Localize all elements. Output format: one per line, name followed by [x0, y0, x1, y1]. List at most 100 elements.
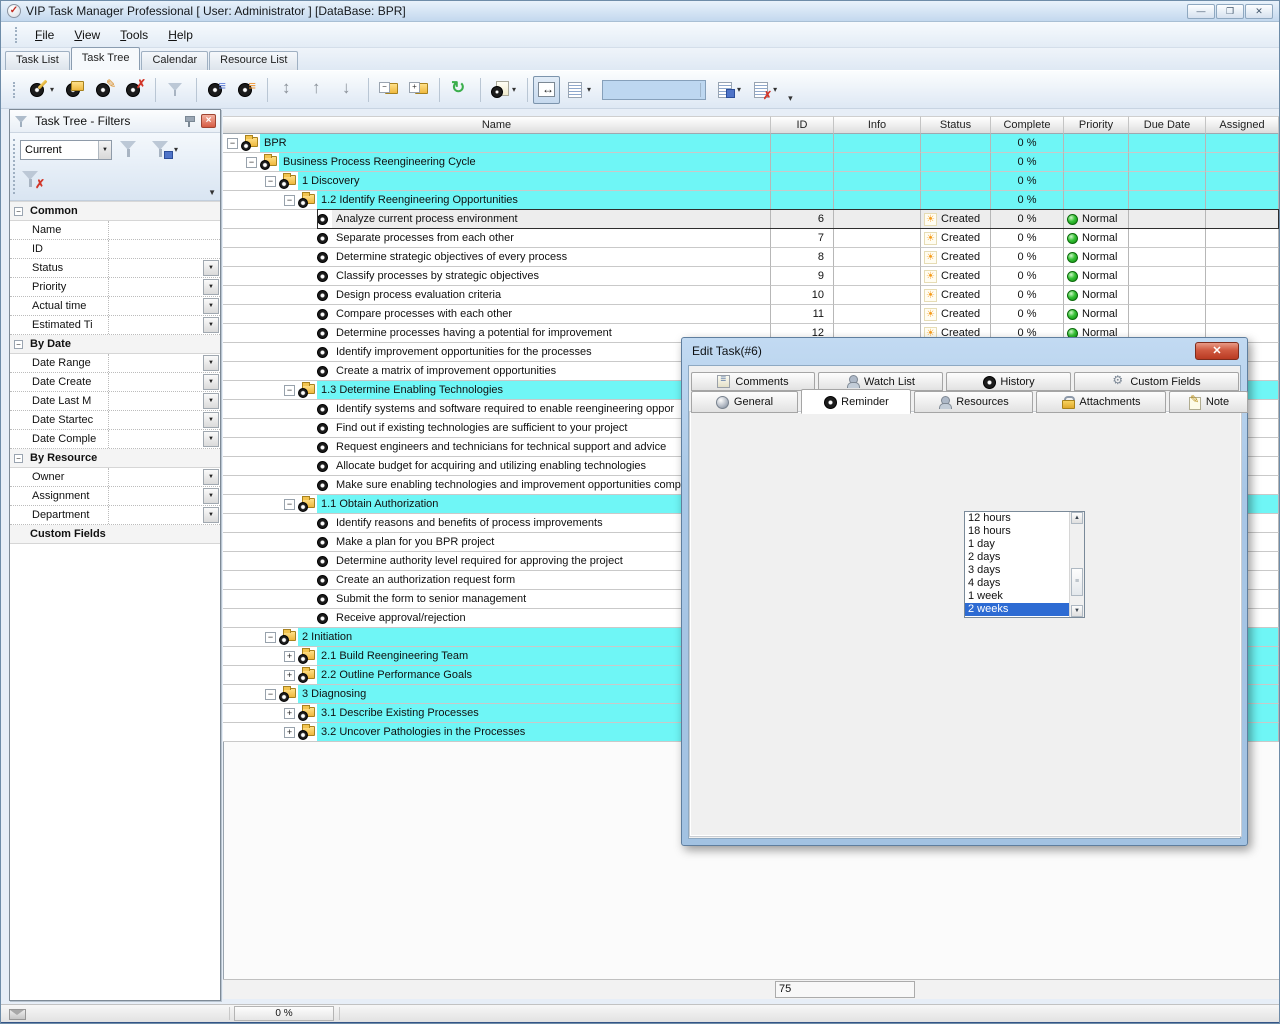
filter-field-value[interactable] [108, 240, 220, 258]
filter-field-value[interactable] [108, 221, 220, 239]
chevron-down-icon[interactable]: ▾ [587, 85, 591, 94]
chevron-down-icon[interactable]: ▼ [98, 141, 111, 159]
filter-field-value[interactable]: ▼ [108, 316, 220, 334]
filter-field-value[interactable]: ▼ [108, 259, 220, 277]
scrollbar-thumb[interactable]: ≡ [1071, 568, 1083, 596]
task-priority-button[interactable] [232, 76, 261, 104]
filter-field-value[interactable]: ▼ [108, 411, 220, 429]
filter-field-value[interactable]: ▼ [108, 354, 220, 372]
delete-layout-button[interactable]: ▾ [747, 76, 782, 104]
chevron-down-icon[interactable]: ▼ [203, 374, 219, 390]
filter-preset-combobox[interactable]: Current ▼ [20, 140, 112, 160]
fit-columns-button[interactable] [533, 76, 560, 104]
apply-filter-button[interactable] [118, 139, 140, 159]
column-header-assigned[interactable]: Assigned [1206, 116, 1279, 134]
column-header-id[interactable]: ID [771, 116, 834, 134]
chevron-down-icon[interactable]: ▼ [203, 488, 219, 504]
title-bar[interactable]: ✓ VIP Task Manager Professional [ User: … [1, 1, 1279, 22]
pin-icon[interactable] [184, 115, 195, 128]
chevron-down-icon[interactable]: ▾ [50, 85, 54, 94]
tab-resource-list[interactable]: Resource List [209, 51, 298, 70]
save-filter-button[interactable]: ▾ [150, 139, 178, 159]
restore-button[interactable]: ❐ [1216, 4, 1244, 19]
filter-section-custom-fields[interactable]: Custom Fields [10, 525, 220, 544]
filter-field-value[interactable]: ▼ [108, 506, 220, 524]
filter-field-value[interactable]: ▼ [108, 278, 220, 296]
dialog-tab-history[interactable]: History [946, 372, 1071, 391]
task-row[interactable]: Classify processes by strategic objectiv… [223, 267, 1279, 286]
tab-task-list[interactable]: Task List [5, 51, 70, 70]
collapse-icon[interactable]: − [246, 157, 257, 168]
toolbar-options-button[interactable]: ▾ [783, 93, 798, 104]
filter-section-by-date[interactable]: −By Date [10, 335, 220, 354]
customize-columns-button[interactable]: ▾ [561, 76, 596, 104]
menu-help[interactable]: Help [159, 25, 202, 45]
filter-field-value[interactable]: ▼ [108, 392, 220, 410]
dialog-tab-comments[interactable]: Comments [691, 372, 815, 391]
expand-all-button[interactable] [404, 76, 433, 104]
dropdown-option-4-days[interactable]: 4 days [965, 577, 1084, 590]
clear-filter-button[interactable]: ✗ [20, 169, 42, 189]
column-header-info[interactable]: Info [834, 116, 921, 134]
chevron-down-icon[interactable]: ▼ [203, 431, 219, 447]
task-row[interactable]: Determine strategic objectives of every … [223, 248, 1279, 267]
collapse-icon[interactable]: − [284, 385, 295, 396]
dropdown-option-18-hours[interactable]: 18 hours [965, 525, 1084, 538]
dropdown-option-2-days[interactable]: 2 days [965, 551, 1084, 564]
filter-toolbar-more-button[interactable]: ▼ [208, 188, 216, 197]
dialog-close-button[interactable]: ✕ [1195, 342, 1239, 360]
collapse-icon[interactable]: − [14, 340, 23, 349]
filter-field-value[interactable]: ▼ [108, 468, 220, 486]
add-subtask-button[interactable] [60, 76, 89, 104]
task-row[interactable]: Separate processes from each other7☀Crea… [223, 229, 1279, 248]
expand-icon[interactable]: + [284, 727, 295, 738]
task-row[interactable]: Design process evaluation criteria10☀Cre… [223, 286, 1279, 305]
filter-field-value[interactable]: ▼ [108, 487, 220, 505]
scroll-down-icon[interactable]: ▼ [1071, 605, 1083, 617]
move-down-button[interactable] [333, 76, 362, 104]
collapse-icon[interactable]: − [265, 689, 276, 700]
chevron-down-icon[interactable]: ▾ [737, 85, 741, 94]
layout-combobox[interactable] [602, 80, 706, 100]
task-row[interactable]: −BPR0 % [223, 134, 1279, 153]
task-row[interactable]: −1.2 Identify Reengineering Opportunitie… [223, 191, 1279, 210]
filter-panel-close-button[interactable]: × [201, 114, 216, 128]
delete-task-button[interactable] [120, 76, 149, 104]
dropdown-option-1-day[interactable]: 1 day [965, 538, 1084, 551]
chevron-down-icon[interactable]: ▼ [203, 393, 219, 409]
column-header-priority[interactable]: Priority [1064, 116, 1129, 134]
dropdown-option-3-days[interactable]: 3 days [965, 564, 1084, 577]
assign-resource-button[interactable] [202, 76, 231, 104]
column-header-status[interactable]: Status [921, 116, 991, 134]
minimize-button[interactable]: — [1187, 4, 1215, 19]
chevron-down-icon[interactable]: ▼ [203, 317, 219, 333]
expand-icon[interactable]: + [284, 651, 295, 662]
move-task-button[interactable] [273, 76, 302, 104]
task-row[interactable]: −1 Discovery0 % [223, 172, 1279, 191]
close-button[interactable]: ✕ [1245, 4, 1273, 19]
tab-calendar[interactable]: Calendar [141, 51, 208, 70]
dialog-tab-note[interactable]: Note [1169, 391, 1248, 413]
collapse-icon[interactable]: − [284, 195, 295, 206]
filter-section-by-resource[interactable]: −By Resource [10, 449, 220, 468]
filter-field-value[interactable]: ▼ [108, 373, 220, 391]
column-header-complete[interactable]: Complete [991, 116, 1064, 134]
add-task-button[interactable]: ▾ [24, 76, 59, 104]
expand-icon[interactable]: + [284, 708, 295, 719]
scroll-up-icon[interactable]: ▲ [1071, 512, 1083, 524]
chevron-down-icon[interactable]: ▼ [203, 279, 219, 295]
chevron-down-icon[interactable]: ▼ [203, 260, 219, 276]
collapse-icon[interactable]: − [14, 207, 23, 216]
collapse-icon[interactable]: − [284, 499, 295, 510]
dialog-tab-resources[interactable]: Resources [914, 391, 1033, 413]
collapse-icon[interactable]: − [265, 176, 276, 187]
tab-task-tree[interactable]: Task Tree [71, 47, 141, 70]
chevron-down-icon[interactable]: ▼ [203, 298, 219, 314]
chevron-down-icon[interactable]: ▼ [203, 507, 219, 523]
chevron-down-icon[interactable]: ▾ [512, 85, 516, 94]
task-row[interactable]: Analyze current process environment6☀Cre… [223, 210, 1279, 229]
dropdown-option-1-week[interactable]: 1 week [965, 590, 1084, 603]
print-button[interactable]: ▾ [486, 76, 521, 104]
save-layout-button[interactable]: ▾ [711, 76, 746, 104]
collapse-all-button[interactable] [374, 76, 403, 104]
